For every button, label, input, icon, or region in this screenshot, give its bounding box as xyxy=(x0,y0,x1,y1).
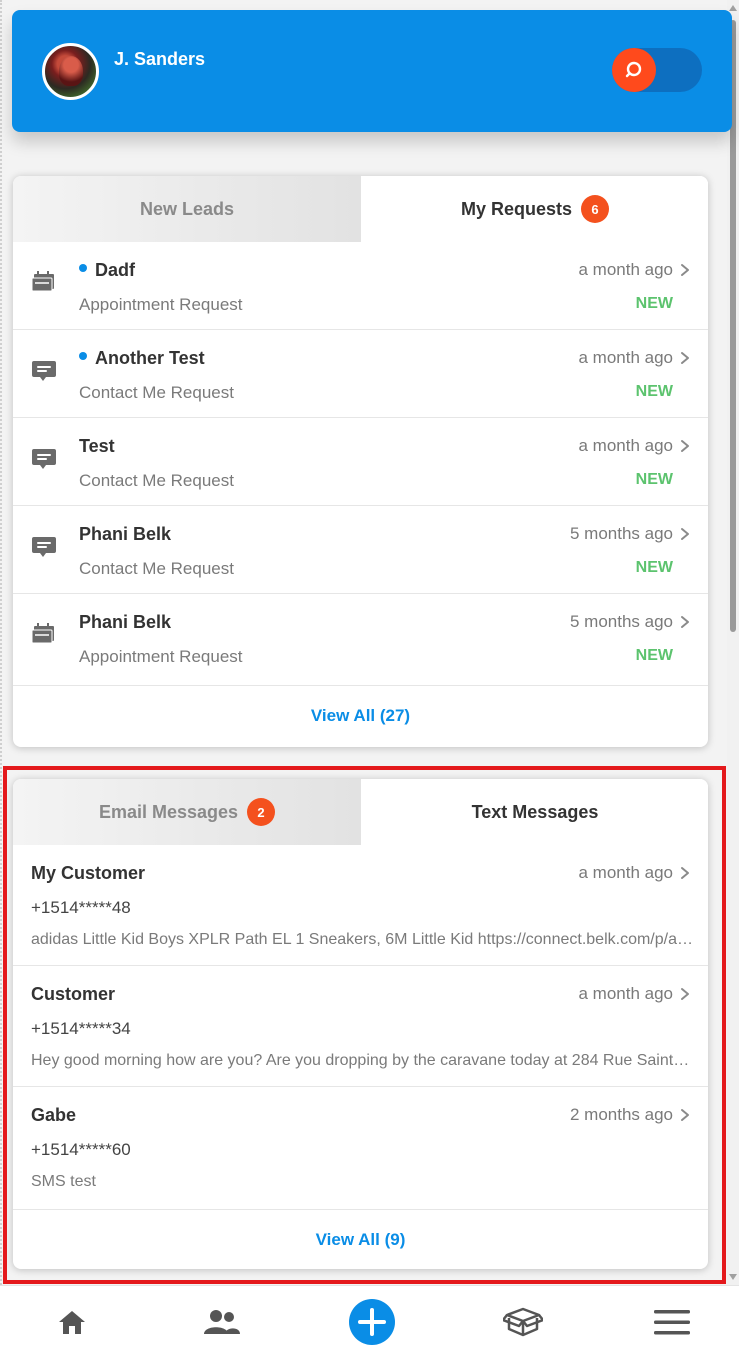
lead-name-text: Test xyxy=(79,436,115,456)
toggle-knob xyxy=(612,48,656,92)
lead-time: a month ago xyxy=(578,260,673,279)
lead-row[interactable]: Another Test Contact Me Request a month ag… xyxy=(13,330,708,418)
leads-tabs: New Leads My Requests 6 xyxy=(13,176,708,242)
lead-name-text: Phani Belk xyxy=(79,612,172,632)
tab-label: New Leads xyxy=(139,198,235,219)
status-label: NEW xyxy=(635,559,673,576)
lead-name: Another Test xyxy=(79,348,205,369)
lead-time: a month ago xyxy=(578,348,673,367)
message-time: a month ago xyxy=(578,863,673,882)
availability-toggle[interactable] xyxy=(612,48,702,92)
sender-name: My Customer xyxy=(31,863,146,883)
message-row[interactable]: Customer +1514*****34 Hey good morning how… xyxy=(13,966,708,1087)
chevron-right-icon xyxy=(680,439,690,458)
lead-name-text: Phani Belk xyxy=(79,524,172,544)
nav-menu[interactable] xyxy=(642,1286,702,1357)
scroll-up-arrow-icon[interactable] xyxy=(729,5,737,11)
leads-card: New Leads My Requests 6 Dadf Appointment … xyxy=(13,176,708,747)
message-time: a month ago xyxy=(578,984,673,1003)
messages-tabs: Email Messages 2 Text Messages xyxy=(13,779,708,845)
lead-name: Phani Belk xyxy=(79,524,171,545)
messages-card: Email Messages 2 Text Messages My Custom… xyxy=(13,779,708,1269)
add-icon xyxy=(349,1299,395,1345)
count-badge: 2 xyxy=(247,798,276,826)
tab-label: Email Messages xyxy=(98,801,239,822)
lead-row[interactable]: Dadf Appointment Request a month ago NEW xyxy=(13,242,708,330)
lead-name-text: Dadf xyxy=(95,260,135,280)
chat-icon xyxy=(31,446,57,477)
lead-type: Appointment Request xyxy=(79,295,243,314)
sender-name: Customer xyxy=(31,984,116,1004)
chevron-right-icon xyxy=(680,866,690,885)
tab-new-leads[interactable]: New Leads xyxy=(13,176,361,242)
lead-type: Contact Me Request xyxy=(79,383,234,402)
lead-name: Dadf xyxy=(79,260,135,281)
message-preview: SMS test xyxy=(31,1173,96,1190)
unread-dot-icon xyxy=(79,352,87,360)
status-label: NEW xyxy=(635,647,673,664)
lead-type: Appointment Request xyxy=(79,647,243,666)
message-preview: adidas Little Kid Boys XPLR Path EL 1 Sn… xyxy=(31,931,693,948)
message-preview: Hey good morning how are you? Are you dr… xyxy=(31,1052,693,1069)
unread-dot-icon xyxy=(79,264,87,272)
lead-type: Contact Me Request xyxy=(79,471,234,490)
sender-name: Gabe xyxy=(31,1105,77,1125)
message-row[interactable]: Gabe +1514*****60 SMS test 2 months ago xyxy=(13,1087,708,1210)
sender-phone: +1514*****60 xyxy=(31,1140,131,1159)
lead-row[interactable]: Phani Belk Appointment Request 5 months ag… xyxy=(13,594,708,686)
status-label: NEW xyxy=(635,471,673,488)
people-icon xyxy=(204,1310,240,1334)
lead-time: 5 months ago xyxy=(569,612,673,631)
nav-home[interactable] xyxy=(42,1286,102,1357)
tab-email-messages[interactable]: Email Messages 2 xyxy=(13,779,361,845)
message-row[interactable]: My Customer +1514*****48 adidas Little Kid… xyxy=(13,845,708,966)
nav-contacts[interactable] xyxy=(192,1286,252,1357)
nav-add[interactable] xyxy=(342,1286,402,1357)
tab-my-requests[interactable]: My Requests 6 xyxy=(361,176,708,242)
sender-phone: +1514*****48 xyxy=(31,898,131,917)
calendar-icon xyxy=(31,622,57,649)
tab-text-messages[interactable]: Text Messages xyxy=(361,779,708,845)
chevron-right-icon xyxy=(680,615,690,634)
home-icon xyxy=(59,1311,85,1334)
menu-icon xyxy=(654,1310,690,1335)
chat-icon xyxy=(31,534,57,565)
chevron-right-icon xyxy=(680,527,690,546)
user-name: J. Sanders xyxy=(114,49,206,69)
lead-row[interactable]: Test Contact Me Request a month ago NEW xyxy=(13,418,708,506)
chevron-right-icon xyxy=(680,351,690,370)
chevron-right-icon xyxy=(680,263,690,282)
status-ring-icon xyxy=(625,61,642,78)
message-time: 2 months ago xyxy=(569,1105,673,1124)
message-list: My Customer +1514*****48 adidas Little Kid… xyxy=(13,845,708,1210)
scroll-down-arrow-icon[interactable] xyxy=(729,1274,737,1280)
count-badge: 6 xyxy=(581,195,610,223)
chevron-right-icon xyxy=(680,1108,690,1127)
bottom-nav xyxy=(0,1285,739,1357)
tab-label: My Requests xyxy=(460,198,573,219)
tab-label: Text Messages xyxy=(471,801,599,822)
view-all-messages-link[interactable]: View All (9) xyxy=(13,1210,708,1269)
profile-header: J. Sanders xyxy=(12,10,732,132)
page-left-edge xyxy=(0,0,2,1285)
sender-phone: +1514*****34 xyxy=(31,1019,131,1038)
lead-row[interactable]: Phani Belk Contact Me Request 5 months ago… xyxy=(13,506,708,594)
view-all-leads-link[interactable]: View All (27) xyxy=(13,686,708,746)
lead-time: 5 months ago xyxy=(569,524,673,543)
lead-name: Test xyxy=(79,436,115,457)
status-label: NEW xyxy=(635,383,673,400)
lead-type: Contact Me Request xyxy=(79,559,234,578)
lead-list: Dadf Appointment Request a month ago NEW Ano… xyxy=(13,242,708,686)
calendar-icon xyxy=(31,270,57,297)
chevron-right-icon xyxy=(680,987,690,1006)
lead-name-text: Another Test xyxy=(95,348,205,368)
nav-packages[interactable] xyxy=(493,1286,553,1357)
lead-time: a month ago xyxy=(578,436,673,455)
status-label: NEW xyxy=(635,295,673,312)
box-icon xyxy=(503,1307,543,1337)
scrollbar[interactable] xyxy=(727,0,739,1285)
avatar[interactable] xyxy=(42,43,99,100)
chat-icon xyxy=(31,358,57,389)
lead-name: Phani Belk xyxy=(79,612,171,633)
